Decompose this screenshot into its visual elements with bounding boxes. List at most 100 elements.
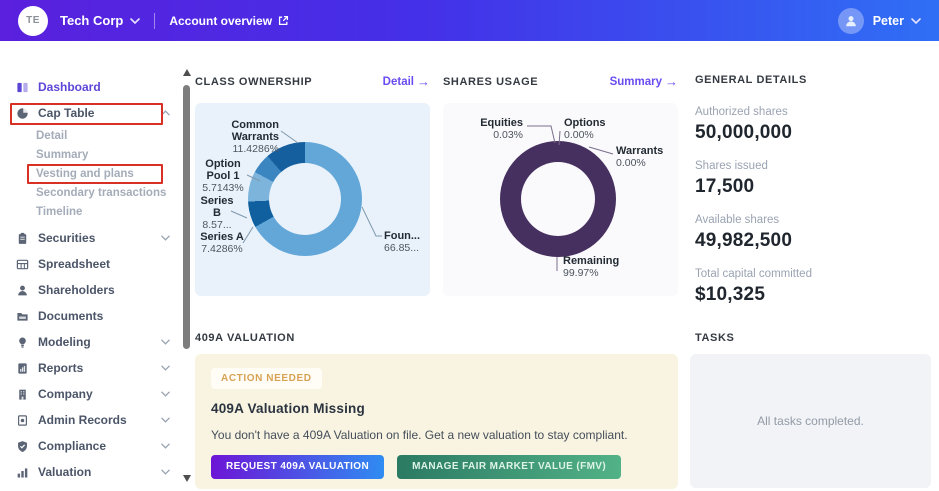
sidebar-item-vesting-and-plans[interactable]: Vesting and plans [0,164,183,183]
shares-usage-card: Equities 0.03% Options 0.00% Warrants 0.… [443,103,678,296]
user-menu[interactable]: Peter [873,14,904,28]
chevron-down-icon[interactable] [911,18,921,24]
clipboard-icon [16,232,30,245]
top-navigation-bar: TE Tech Corp Account overview Peter [0,0,939,41]
divider [154,13,155,29]
sidebar-item-label: Documents [38,309,103,323]
sidebar-item-documents[interactable]: Documents [0,303,183,329]
valuation-409a-alert-card: ACTION NEEDED 409A Valuation Missing You… [195,354,678,489]
chevron-down-icon[interactable] [161,469,170,475]
company-logo[interactable]: TE [18,6,48,36]
sidebar-item-reports[interactable]: Reports [0,355,183,381]
sidebar-item-cap-table[interactable]: Cap Table [0,100,183,126]
field-value: 17,500 [695,176,935,198]
segment-label-common-warrants: Common Warrants 11.4286% [197,119,279,156]
general-details-panel: Authorized shares 50,000,000 Shares issu… [695,106,935,322]
tasks-card: All tasks completed. [690,354,931,488]
link-label: Detail [383,76,414,88]
sidebar-item-label: Compliance [38,439,106,453]
general-details-field: Shares issued 17,500 [695,160,935,198]
chevron-down-icon[interactable] [161,235,170,241]
sidebar-item-label: Valuation [38,465,91,479]
sidebar-item-label: Modeling [38,335,91,349]
valuation-409a-title: 409A VALUATION [195,332,295,344]
field-label: Total capital committed [695,268,935,280]
chevron-up-icon[interactable] [161,110,170,116]
lightbulb-icon [16,336,30,349]
records-icon [16,414,30,427]
manage-fmv-button[interactable]: MANAGE FAIR MARKET VALUE (FMV) [397,455,621,479]
sidebar-item-summary[interactable]: Summary [0,145,183,164]
field-label: Shares issued [695,160,935,172]
sidebar-item-label: Shareholders [38,283,115,297]
pie-chart-icon [16,107,30,120]
shares-usage-summary-link[interactable]: Summary → [610,74,678,89]
tasks-empty-text: All tasks completed. [757,414,864,428]
sidebar-item-detail[interactable]: Detail [0,126,183,145]
field-value: 49,982,500 [695,230,935,252]
segment-label-series-b: Series B 8.57... [195,195,239,232]
account-overview-link[interactable]: Account overview [169,14,289,28]
tasks-title: TASKS [695,332,734,344]
chevron-down-icon[interactable] [161,417,170,423]
segment-label-option-pool-1: Option Pool 1 5.7143% [195,158,251,195]
sidebar-item-company[interactable]: Company [0,381,183,407]
request-409a-valuation-button[interactable]: REQUEST 409A VALUATION [211,455,384,479]
chevron-down-icon[interactable] [161,339,170,345]
chevron-down-icon[interactable] [161,365,170,371]
shares-usage-donut-chart [500,141,616,257]
segment-label-founders: Foun... 66.85... [384,230,430,255]
sidebar-item-securities[interactable]: Securities [0,225,183,251]
valuation-missing-body: You don't have a 409A Valuation on file.… [211,428,662,442]
sidebar-item-label: Admin Records [38,413,127,427]
field-value: $10,325 [695,284,935,306]
folder-icon [16,310,30,323]
field-value: 50,000,000 [695,122,935,144]
class-ownership-donut-chart [248,142,362,256]
sidebar-item-admin-records[interactable]: Admin Records [0,407,183,433]
sidebar-item-dashboard[interactable]: Dashboard [0,74,183,100]
general-details-title: GENERAL DETAILS [695,74,807,86]
vertical-scrollbar [181,41,193,491]
class-ownership-title: CLASS OWNERSHIP [195,76,312,88]
valuation-missing-heading: 409A Valuation Missing [211,401,662,416]
segment-label-series-a: Series A 7.4286% [197,231,247,256]
sidebar-item-label: Dashboard [38,80,101,94]
segment-label-equities: Equities 0.03% [463,117,523,142]
chevron-down-icon[interactable] [130,18,140,24]
sidebar-item-modeling[interactable]: Modeling [0,329,183,355]
general-details-field: Total capital committed $10,325 [695,268,935,306]
chevron-down-icon[interactable] [161,391,170,397]
spreadsheet-icon [16,258,30,271]
sidebar-item-shareholders[interactable]: Shareholders [0,277,183,303]
action-needed-badge: ACTION NEEDED [211,368,322,389]
sidebar-item-timeline[interactable]: Timeline [0,202,183,221]
chevron-down-icon[interactable] [161,443,170,449]
segment-label-remaining: Remaining 99.97% [563,255,643,280]
link-label: Summary [610,76,662,88]
field-label: Authorized shares [695,106,935,118]
sidebar-item-compliance[interactable]: Compliance [0,433,183,459]
shares-usage-title: SHARES USAGE [443,76,538,88]
building-icon [16,388,30,401]
bar-chart-icon [16,466,30,479]
sidebar-item-label: Spreadsheet [38,257,110,271]
scrollbar-up-arrow[interactable] [183,69,191,76]
general-details-field: Available shares 49,982,500 [695,214,935,252]
segment-label-warrants: Warrants 0.00% [616,145,678,170]
sidebar: Dashboard Cap Table Detail Summary Vesti… [0,41,183,491]
scrollbar-down-arrow[interactable] [183,475,191,482]
scrollbar-thumb[interactable] [183,85,190,349]
company-switcher[interactable]: Tech Corp [60,13,123,28]
sidebar-item-secondary-transactions[interactable]: Secondary transactions [0,183,183,202]
user-avatar[interactable] [838,8,864,34]
shield-check-icon [16,440,30,453]
sidebar-item-spreadsheet[interactable]: Spreadsheet [0,251,183,277]
class-ownership-card: Common Warrants 11.4286% Option Pool 1 5… [195,103,430,296]
donut-hole [521,162,595,236]
sidebar-item-label: Cap Table [38,106,94,120]
sidebar-item-valuation[interactable]: Valuation [0,459,183,485]
arrow-right-icon: → [417,74,430,89]
class-ownership-detail-link[interactable]: Detail → [383,74,430,89]
sidebar-item-label: Reports [38,361,83,375]
